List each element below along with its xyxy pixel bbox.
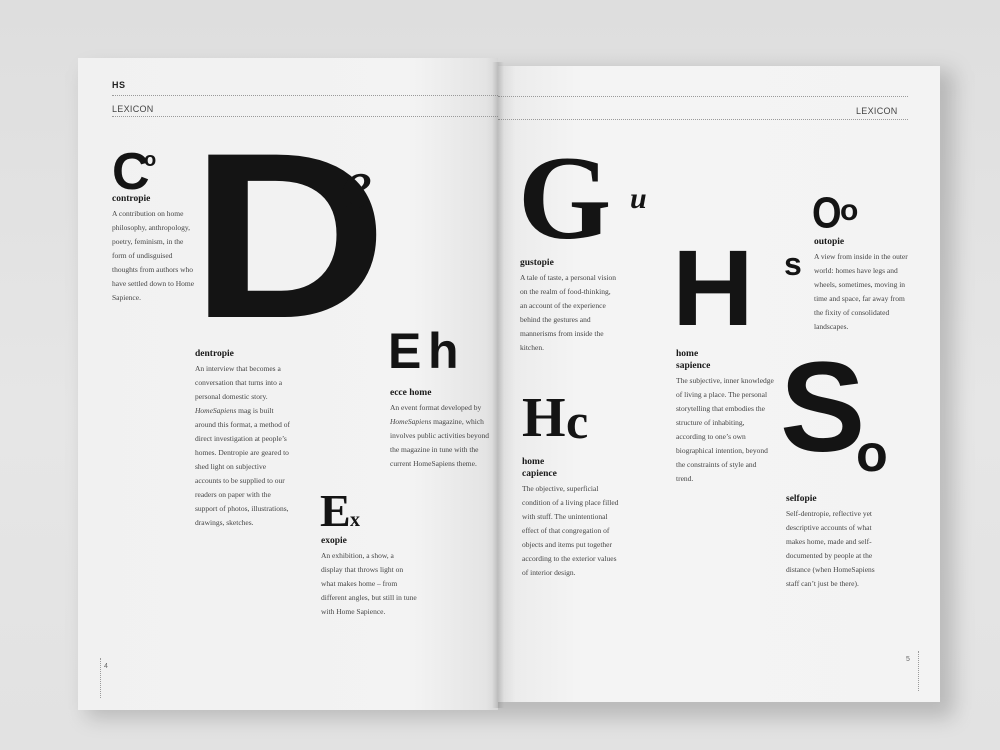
term-home-sapience-line1: home [676,349,699,359]
term-home-capience-line1: home [522,457,545,467]
glyph-gustopie-big: G [518,131,612,264]
glyph-gustopie-small: u [630,182,647,215]
glyph-exopie-small: x [350,509,360,531]
glyph-outopie-small: o [840,194,859,227]
desc-home-sapience: The subjective, inner knowledge of livin… [676,376,774,483]
glyph-selfopie-small: o [856,425,888,483]
footer-rule-left [100,658,101,698]
term-outopie: outopie [814,237,845,247]
term-selfopie: selfopie [786,494,817,504]
glyph-contropie-small: o [144,149,157,171]
desc-dentropie: An interview that becomes a conversation… [195,362,291,530]
desc-ecce-home-italic: HomeSapiens [390,417,432,426]
header-rule-top-right [498,96,908,97]
header-rule-bottom-right [498,119,908,120]
desc-gustopie: A tale of taste, a personal vision on th… [520,273,617,352]
header-rule-top [112,95,498,96]
footer-rule-right [918,651,919,691]
desc-home-capience: The objective, superficial condition of … [522,484,619,577]
term-ecce-home: ecce home [390,388,432,398]
glyph-selfopie-big: S [780,336,866,479]
desc-ecce-home-part-a: An event format developed by [390,403,482,412]
desc-dentropie-italic: HomeSapiens [195,406,237,415]
page-number-left: 4 [104,663,108,670]
desc-exopie: An exhibition, a show, a display that th… [321,551,417,616]
desc-outopie: A view from inside in the outer world: h… [814,252,908,331]
desc-selfopie: Self-dentropie, reflective yet descripti… [786,509,875,588]
hs-logo: HS [112,80,126,90]
term-exopie: exopie [321,536,347,546]
glyph-ecce-home-big: E [388,323,422,379]
section-label-right: LEXICON [856,106,898,116]
glyph-home-sapience-small: s [784,246,802,282]
term-contropie: contropie [112,194,151,204]
left-page: HS LEXICON C o contropie A contribution … [78,58,498,710]
desc-contropie: A contribution on home philosophy, anthr… [112,209,195,302]
glyph-outopie-big: O [812,189,842,238]
desc-dentropie-part-b: mag is built around this format, a metho… [195,406,290,527]
glyph-ecce-home-small: h [428,323,459,379]
right-page: LEXICON G u gustopie A tale of taste, a … [498,66,940,702]
page-number-right: 5 [906,656,910,663]
desc-ecce-home: An event format developed by HomeSapiens… [390,401,490,471]
glyph-home-capience-big: H [522,387,566,449]
glyph-home-sapience-big: H [672,227,754,348]
term-home-capience-line2: capience [522,469,557,479]
glyph-exopie-big: E [320,485,351,536]
term-dentropie: dentropie [195,349,234,359]
glyph-dentropie-small: e [340,144,372,224]
term-home-sapience-line2: sapience [676,361,711,371]
spine-gutter [492,62,504,708]
glyph-home-capience-small: c [566,393,589,449]
desc-dentropie-part-a: An interview that becomes a conversation… [195,364,283,401]
section-label-left: LEXICON [112,104,154,114]
term-gustopie: gustopie [520,258,554,268]
